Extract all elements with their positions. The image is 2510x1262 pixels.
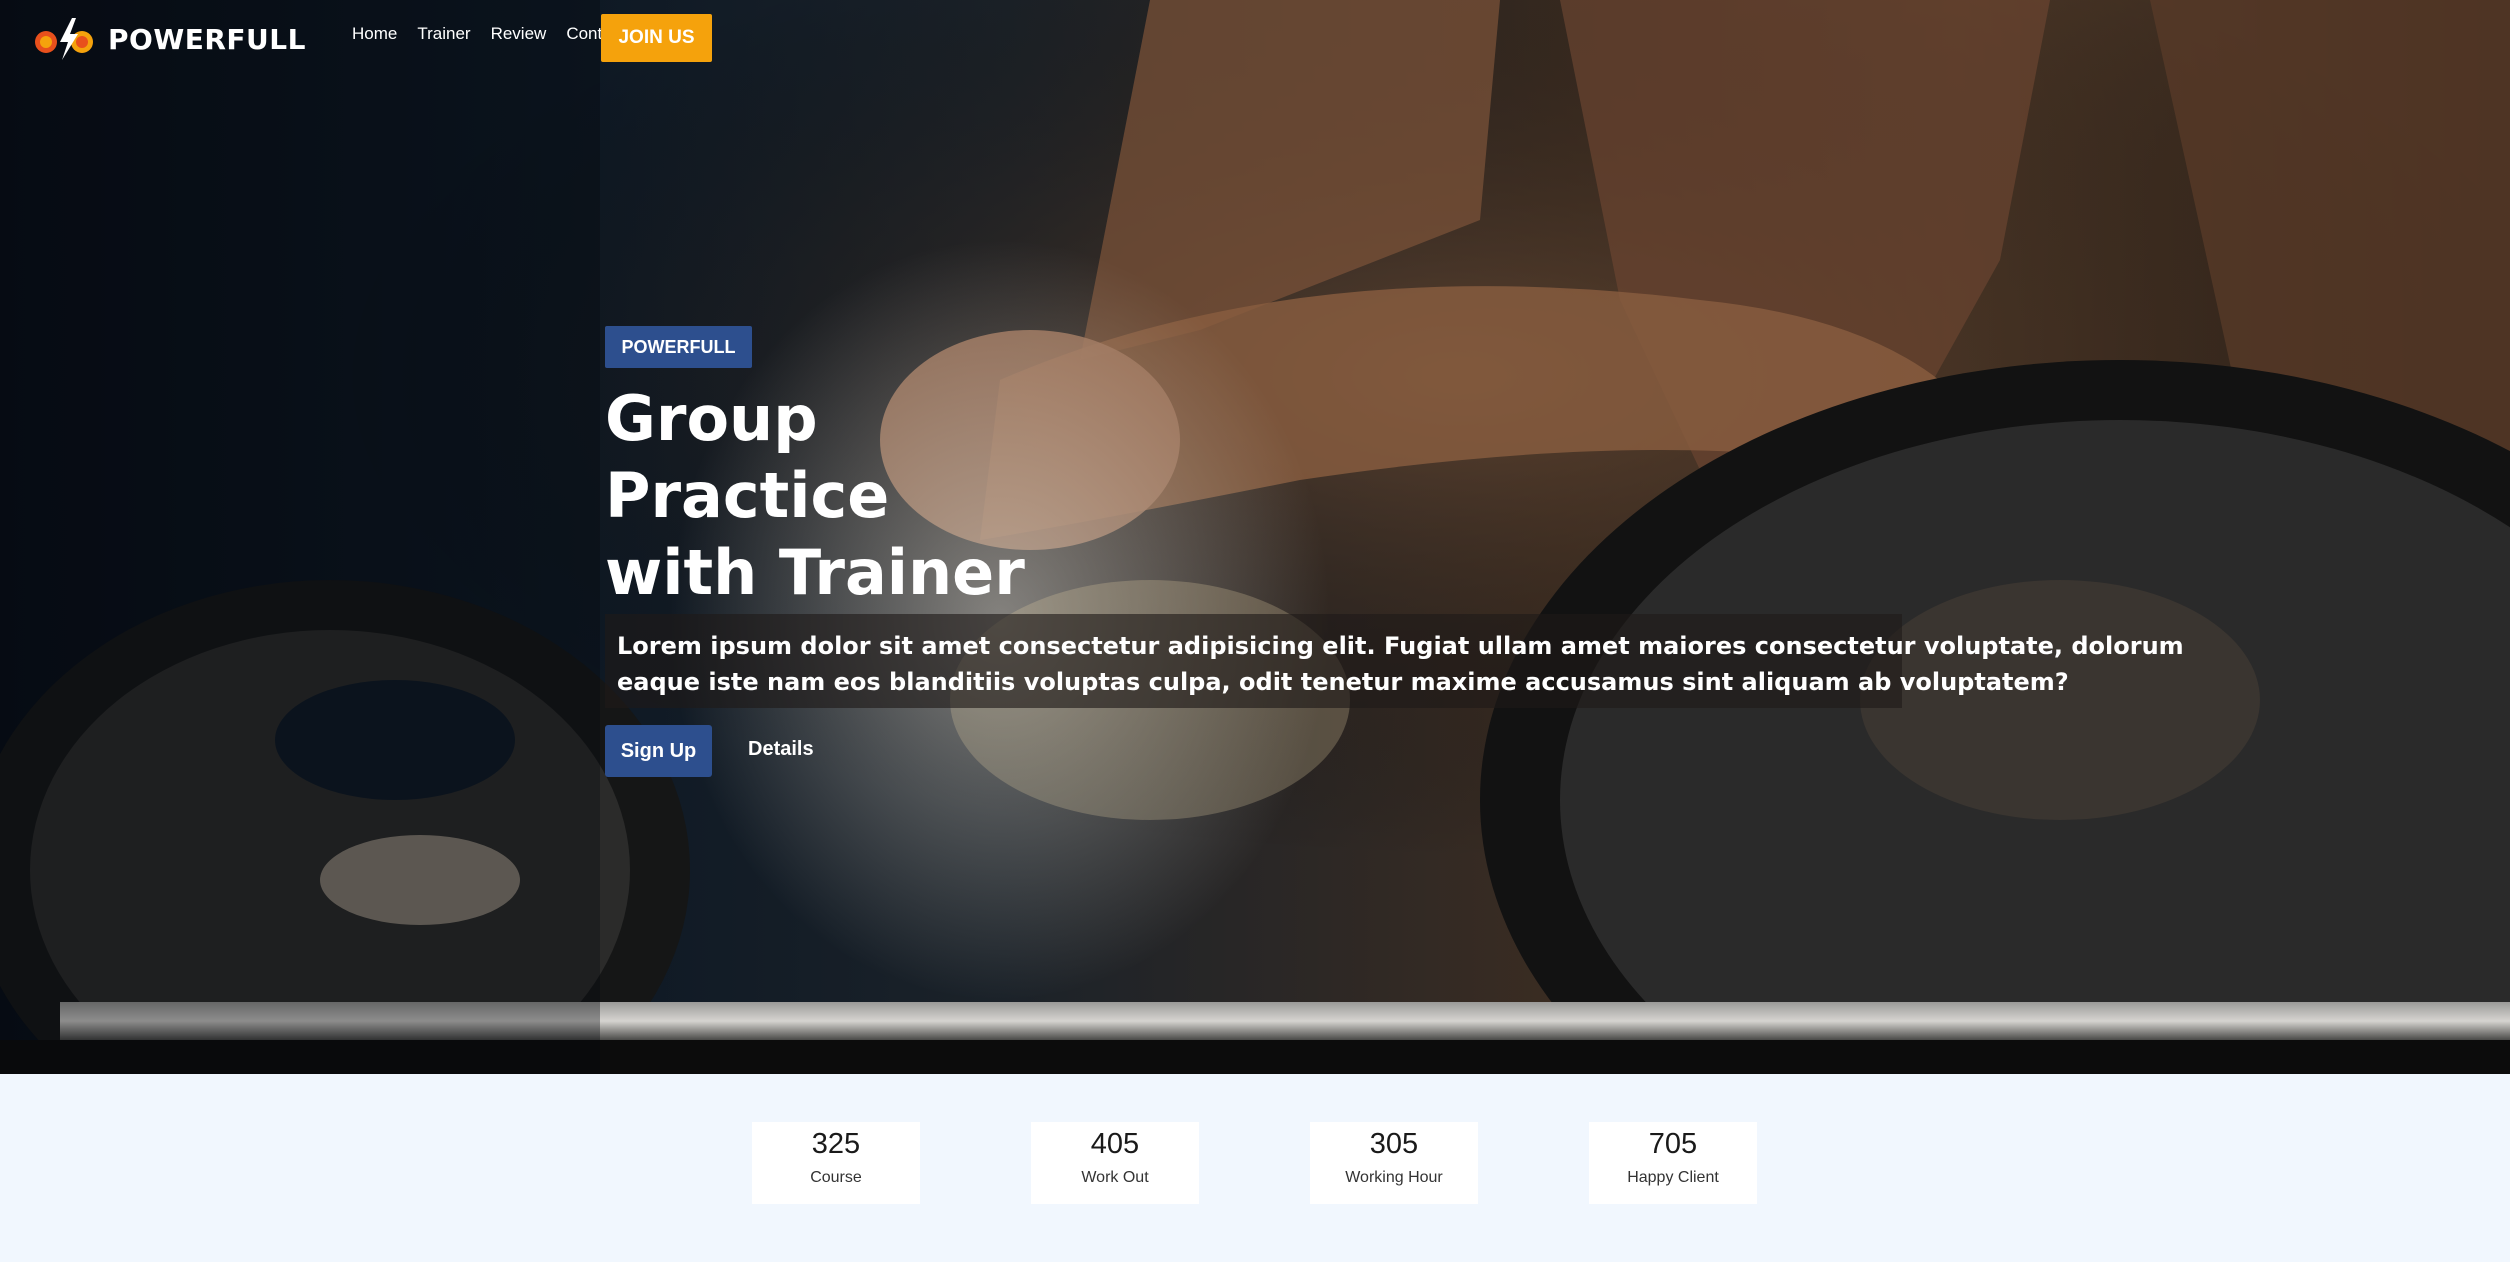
- description-line: Lorem ipsum dolor sit amet consectetur a…: [617, 632, 2184, 660]
- join-us-button[interactable]: JOIN US: [601, 14, 712, 62]
- stat-card-happy-client: 705 Happy Client: [1589, 1122, 1757, 1204]
- top-navbar: POWERFULL Home Trainer Review Contact JO…: [0, 0, 2510, 78]
- nav-trainer[interactable]: Trainer: [417, 24, 470, 44]
- brand-name: POWERFULL: [108, 22, 306, 56]
- stat-value: 325: [811, 1128, 861, 1160]
- nav-home[interactable]: Home: [352, 24, 397, 44]
- headline-line: Practice: [605, 459, 890, 532]
- brand-logo[interactable]: POWERFULL: [32, 16, 306, 62]
- hero-section: POWERFULL Home Trainer Review Contact JO…: [0, 0, 2510, 1074]
- description-line: eaque iste nam eos blanditiis voluptas c…: [617, 668, 2069, 696]
- hero-headline: Group Practice with Trainer: [605, 380, 1325, 611]
- stat-card-course: 325 Course: [752, 1122, 920, 1204]
- hero-badge: POWERFULL: [605, 326, 752, 368]
- stat-label: Working Hour: [1345, 1169, 1443, 1186]
- details-link[interactable]: Details: [748, 738, 814, 761]
- headline-line: with Trainer: [605, 536, 1025, 609]
- sign-up-button[interactable]: Sign Up: [605, 725, 712, 777]
- headline-line: Group: [605, 382, 818, 455]
- lightning-logo-icon: [35, 18, 93, 60]
- stat-value: 305: [1369, 1128, 1419, 1160]
- nav-review[interactable]: Review: [491, 24, 547, 44]
- stat-card-work-out: 405 Work Out: [1031, 1122, 1199, 1204]
- stat-card-working-hour: 305 Working Hour: [1310, 1122, 1478, 1204]
- stat-label: Course: [810, 1169, 862, 1186]
- stat-label: Happy Client: [1627, 1169, 1719, 1186]
- hero-description: Lorem ipsum dolor sit amet consectetur a…: [605, 614, 2184, 708]
- stat-label: Work Out: [1081, 1169, 1149, 1186]
- stats-section: 325 Course 405 Work Out 305 Working Hour…: [0, 1074, 2510, 1262]
- stat-value: 405: [1090, 1128, 1140, 1160]
- stat-value: 705: [1648, 1128, 1698, 1160]
